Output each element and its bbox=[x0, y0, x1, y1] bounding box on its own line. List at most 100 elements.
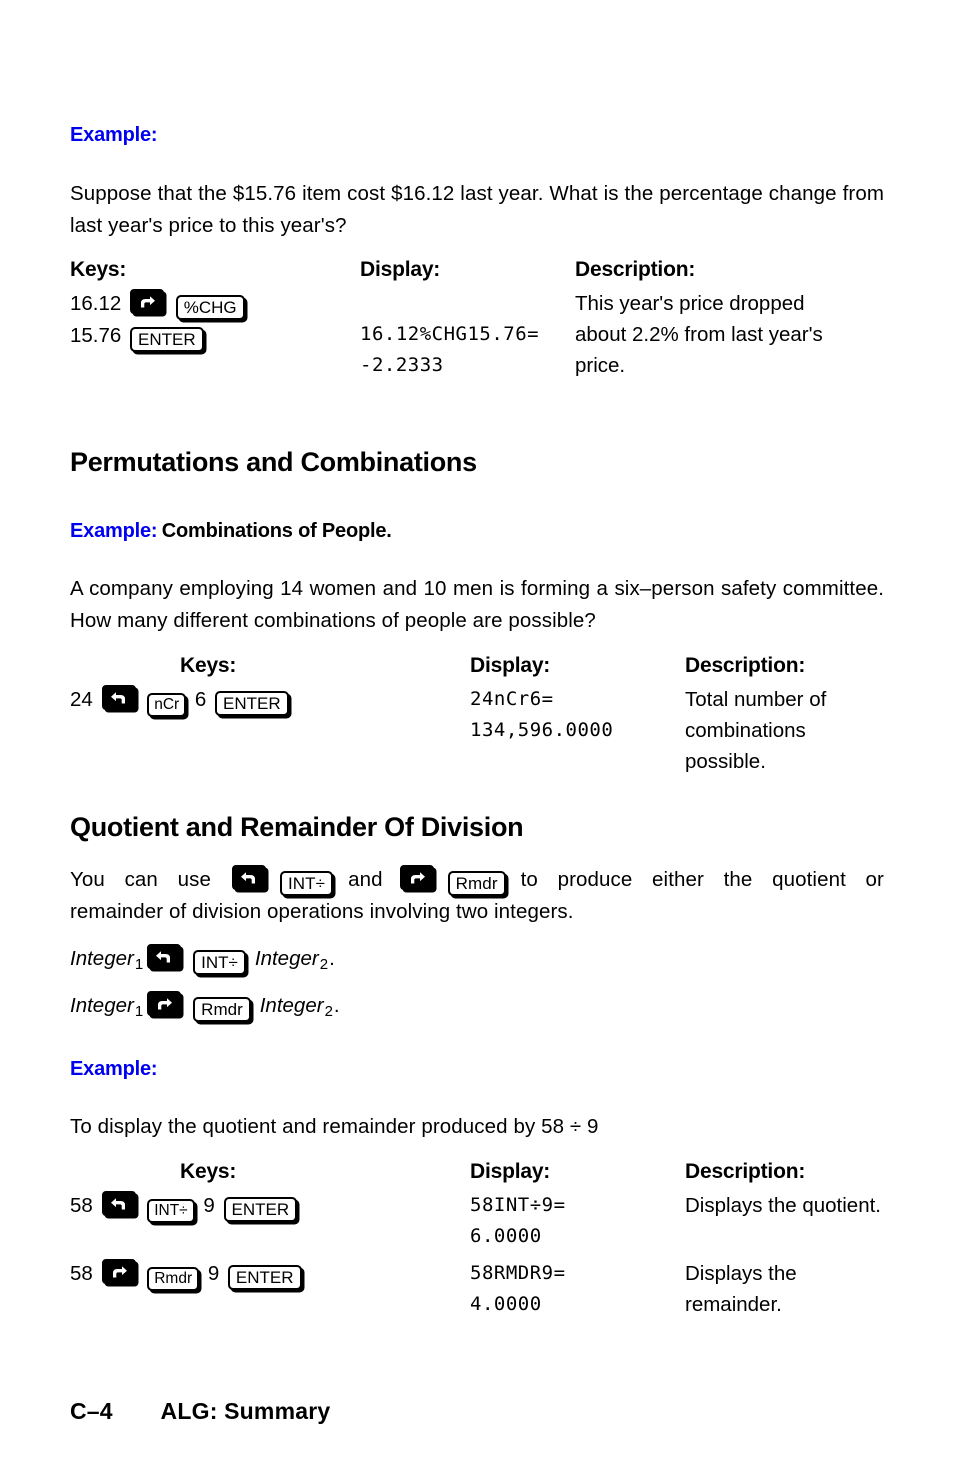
cell-display: 16.12%CHG15.76= -2.2333 bbox=[360, 288, 575, 381]
paragraph-text: A company employing 14 women and 10 men … bbox=[70, 577, 884, 632]
example-label: Example: bbox=[70, 1058, 158, 1080]
left-shift-key-icon[interactable] bbox=[231, 865, 266, 890]
left-shift-key-icon[interactable] bbox=[147, 944, 182, 969]
cell-keys: 58 Rmdr 9 ENTER bbox=[70, 1258, 470, 1320]
section-combinations-paragraph: A company employing 14 women and 10 men … bbox=[70, 573, 884, 637]
key-rmdr[interactable]: Rmdr bbox=[193, 997, 251, 1022]
key-enter[interactable]: ENTER bbox=[130, 327, 204, 352]
syntax-lead: Integer bbox=[70, 947, 134, 970]
syntax-line: Integer1 INT÷ Integer2. bbox=[70, 944, 884, 980]
lcd-line-1: 16.12%CHG15.76= bbox=[360, 323, 540, 345]
cell-description: Displays the quotient. bbox=[685, 1190, 884, 1258]
right-shift-key-icon[interactable] bbox=[101, 1259, 136, 1284]
table-row: 16.12 %CHG 15.76 ENTER 16.12%CHG15.76= -… bbox=[70, 288, 884, 381]
key-operand-9: 9 bbox=[207, 1262, 220, 1285]
lcd-line-1: 58INT÷9= bbox=[470, 1194, 566, 1216]
key-operand-6: 6 bbox=[194, 688, 207, 711]
syntax-lead: Integer bbox=[70, 994, 134, 1017]
right-shift-key-icon[interactable] bbox=[130, 289, 165, 314]
syntax-period: . bbox=[333, 994, 340, 1017]
key-enter[interactable]: ENTER bbox=[227, 1265, 302, 1290]
syntax-line: Integer1 Rmdr Integer2. bbox=[70, 991, 884, 1027]
description-text: Displays the quotient. bbox=[685, 1194, 882, 1217]
syntax-subscript-2: 2 bbox=[319, 956, 329, 973]
footer-title: ALG: Summary bbox=[160, 1398, 331, 1424]
lcd-line-2: 6.0000 bbox=[470, 1225, 542, 1247]
syntax-line-int-divide: Integer1 INT÷ Integer2. bbox=[70, 944, 884, 980]
table-percent-change: Keys: Display: Description: 16.12 %CHG 1… bbox=[70, 258, 884, 381]
table-row: 58 Rmdr 9 ENTER 58RMDR9= 4.0000 Displays… bbox=[70, 1258, 884, 1320]
section-quotient-example-label: Example: bbox=[70, 1059, 884, 1079]
section-combinations-example-label: Example: Combinations of People. bbox=[70, 521, 884, 541]
header-display: Display: bbox=[470, 1160, 551, 1183]
example-label: Example: bbox=[70, 124, 158, 146]
description-line-1: Total number of combinations bbox=[685, 688, 827, 742]
page-footer: C–4 ALG: Summary bbox=[70, 1398, 330, 1425]
table-quotient-remainder: Keys: Display: Description: 58 INT÷ 9 EN… bbox=[70, 1160, 884, 1320]
section-percent-change-paragraph: Suppose that the $15.76 item cost $16.12… bbox=[70, 178, 884, 242]
syntax-trail: Integer bbox=[259, 994, 324, 1017]
header-keys: Keys: bbox=[70, 258, 127, 281]
example-heading: Example: bbox=[70, 1059, 884, 1079]
key-enter[interactable]: ENTER bbox=[223, 1197, 298, 1222]
header-display: Display: bbox=[470, 654, 551, 677]
table-header-row: Keys: Display: Description: bbox=[70, 654, 884, 684]
section-percent-change-example-label: Example: bbox=[70, 125, 884, 145]
heading-permutations-and-combinations: Permutations and Combinations bbox=[70, 447, 884, 478]
key-int-divide[interactable]: INT÷ bbox=[279, 871, 334, 896]
key-rmdr[interactable]: Rmdr bbox=[147, 1267, 200, 1291]
table-header-row: Keys: Display: Description: bbox=[70, 258, 884, 288]
header-keys: Keys: bbox=[180, 1160, 237, 1183]
table-row: 58 INT÷ 9 ENTER 58INT÷9= 6.0000 Displays… bbox=[70, 1190, 884, 1258]
section-heading: Permutations and Combinations bbox=[70, 447, 477, 477]
header-description: Description: bbox=[685, 654, 806, 677]
lcd-line-2: -2.2333 bbox=[360, 354, 444, 376]
key-operand-58: 58 bbox=[70, 1262, 93, 1285]
header-display: Display: bbox=[360, 258, 441, 281]
example-heading: Example: Combinations of People. bbox=[70, 521, 884, 541]
header-keys: Keys: bbox=[180, 654, 237, 677]
lcd-line-1: 24nCr6= bbox=[470, 688, 554, 710]
syntax-line-rmdr: Integer1 Rmdr Integer2. bbox=[70, 991, 884, 1027]
intro-part-2: and bbox=[348, 868, 383, 891]
manual-page: Example: Suppose that the $15.76 item co… bbox=[70, 0, 884, 1478]
paragraph-text: Suppose that the $15.76 item cost $16.12… bbox=[70, 182, 884, 237]
intro-part-1: You can use bbox=[70, 868, 211, 891]
description-text: This year's price dropped about 2.2% fro… bbox=[575, 292, 823, 377]
cell-display: 58RMDR9= 4.0000 bbox=[470, 1258, 685, 1320]
intro-paragraph: You can use INT÷ and Rmdr to produce either … bbox=[70, 864, 884, 928]
keys-display-description-table: Keys: Display: Description: 58 INT÷ 9 EN… bbox=[70, 1160, 884, 1320]
key-operand-15-76: 15.76 bbox=[70, 324, 122, 347]
left-shift-key-icon[interactable] bbox=[101, 1191, 136, 1216]
key-operand-9: 9 bbox=[203, 1194, 215, 1217]
table-header-row: Keys: Display: Description: bbox=[70, 1160, 884, 1190]
lcd-line-2: 4.0000 bbox=[470, 1293, 542, 1315]
keys-display-description-table: Keys: Display: Description: 16.12 %CHG 1… bbox=[70, 258, 884, 381]
key-ncr[interactable]: nCr bbox=[147, 693, 187, 717]
example-subtitle: Combinations of People. bbox=[161, 520, 392, 542]
key-operand-58: 58 bbox=[70, 1194, 93, 1217]
keys-line-1: 24 nCr 6 ENTER bbox=[70, 684, 470, 717]
description-line-2: possible. bbox=[685, 750, 766, 773]
footer-page-number: C–4 bbox=[70, 1398, 113, 1424]
syntax-trail: Integer bbox=[254, 947, 319, 970]
syntax-subscript-1: 1 bbox=[134, 1003, 144, 1020]
right-shift-key-icon[interactable] bbox=[147, 991, 182, 1016]
cell-display: 58INT÷9= 6.0000 bbox=[470, 1190, 685, 1258]
example-heading: Example: bbox=[70, 125, 884, 145]
key-enter[interactable]: ENTER bbox=[215, 691, 289, 716]
key-rmdr[interactable]: Rmdr bbox=[447, 871, 506, 896]
table-row: 24 nCr 6 ENTER 24nCr6= 134,596.0000 Tota… bbox=[70, 684, 884, 777]
cell-keys: 16.12 %CHG 15.76 ENTER bbox=[70, 288, 360, 381]
lcd-line-1: 58RMDR9= bbox=[470, 1262, 566, 1284]
left-shift-key-icon[interactable] bbox=[101, 685, 136, 710]
cell-keys: 24 nCr 6 ENTER bbox=[70, 684, 470, 777]
right-shift-key-icon[interactable] bbox=[399, 865, 434, 890]
syntax-period: . bbox=[329, 947, 335, 970]
lcd-line-2: 134,596.0000 bbox=[470, 719, 614, 741]
key-operand-24: 24 bbox=[70, 688, 93, 711]
key-int-divide[interactable]: INT÷ bbox=[193, 950, 246, 975]
heading-quotient-and-remainder: Quotient and Remainder Of Division bbox=[70, 812, 884, 843]
key-int-divide[interactable]: INT÷ bbox=[147, 1199, 195, 1223]
key-percent-chg[interactable]: %CHG bbox=[175, 295, 245, 320]
